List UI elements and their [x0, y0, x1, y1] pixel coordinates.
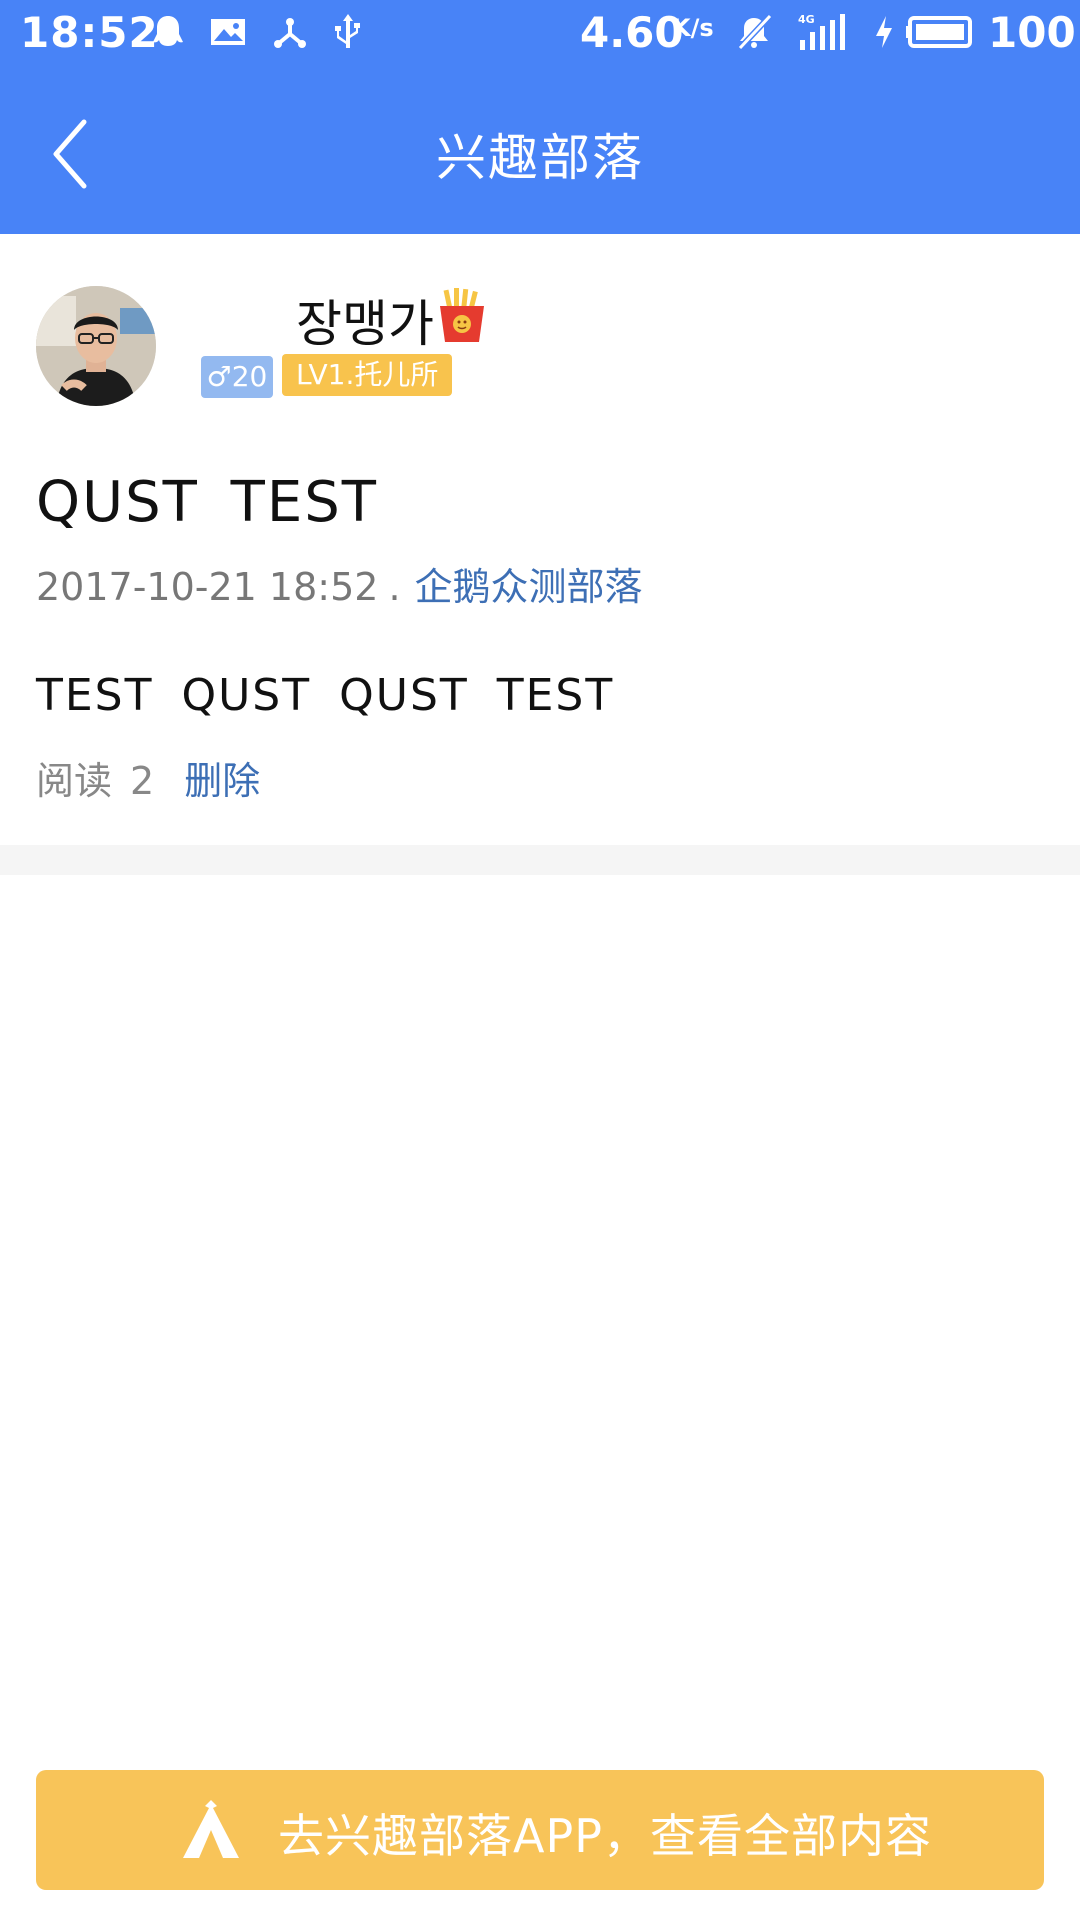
tribe-link[interactable]: 企鹅众测部落 [415, 565, 643, 609]
post-timestamp: 2017-10-21 18:52 [36, 565, 379, 609]
banner-text: 去兴趣部落APP，查看全部内容 [278, 1809, 932, 1863]
image-icon [211, 19, 245, 45]
mute-icon [737, 13, 773, 51]
delete-button[interactable]: 删除 [184, 759, 260, 803]
open-app-banner[interactable]: 去兴趣部落APP，查看全部内容 [36, 1770, 1044, 1890]
battery-icon [906, 16, 972, 48]
header-bar: 兴趣部落 [0, 66, 1080, 234]
charging-icon [876, 16, 892, 48]
page-title: 兴趣部落 [436, 129, 644, 187]
qq-icon [153, 16, 183, 46]
battery-level: 100 [988, 8, 1076, 57]
post-content: TEST QUST QUST TEST [36, 670, 615, 721]
fries-icon [440, 288, 484, 342]
gender-age-badge: ♂20 [201, 356, 273, 398]
network-type: 4G [798, 13, 815, 26]
read-label: 阅读 [36, 759, 113, 803]
status-time: 18:52 [20, 8, 159, 57]
read-count: 2 [130, 759, 155, 803]
post-footer: 阅读 2 删除 [36, 750, 260, 805]
avatar-image [36, 286, 156, 406]
level-badge: LV1.托儿所 [282, 354, 453, 396]
signal-icon: 4G [798, 13, 845, 50]
status-bar: 18:52 4.60 K/s 4G 100 [0, 0, 1080, 66]
usb-icon [335, 14, 360, 48]
section-divider [0, 845, 1080, 875]
share-icon [274, 18, 306, 48]
tent-icon [183, 1800, 239, 1858]
post-title: QUST TEST [36, 470, 378, 535]
avatar[interactable] [36, 286, 156, 406]
post-card: 장맹가 ♂20 LV1.托儿所 QUST TEST 2017-10-21 18:… [0, 234, 1080, 845]
post-meta: 2017-10-21 18:52. 企鹅众测部落 [36, 556, 643, 611]
speed-unit: K/s [672, 14, 714, 42]
meta-separator: . [388, 565, 401, 609]
network-speed: 4.60 [580, 8, 684, 57]
author-name[interactable]: 장맹가 [296, 284, 434, 356]
